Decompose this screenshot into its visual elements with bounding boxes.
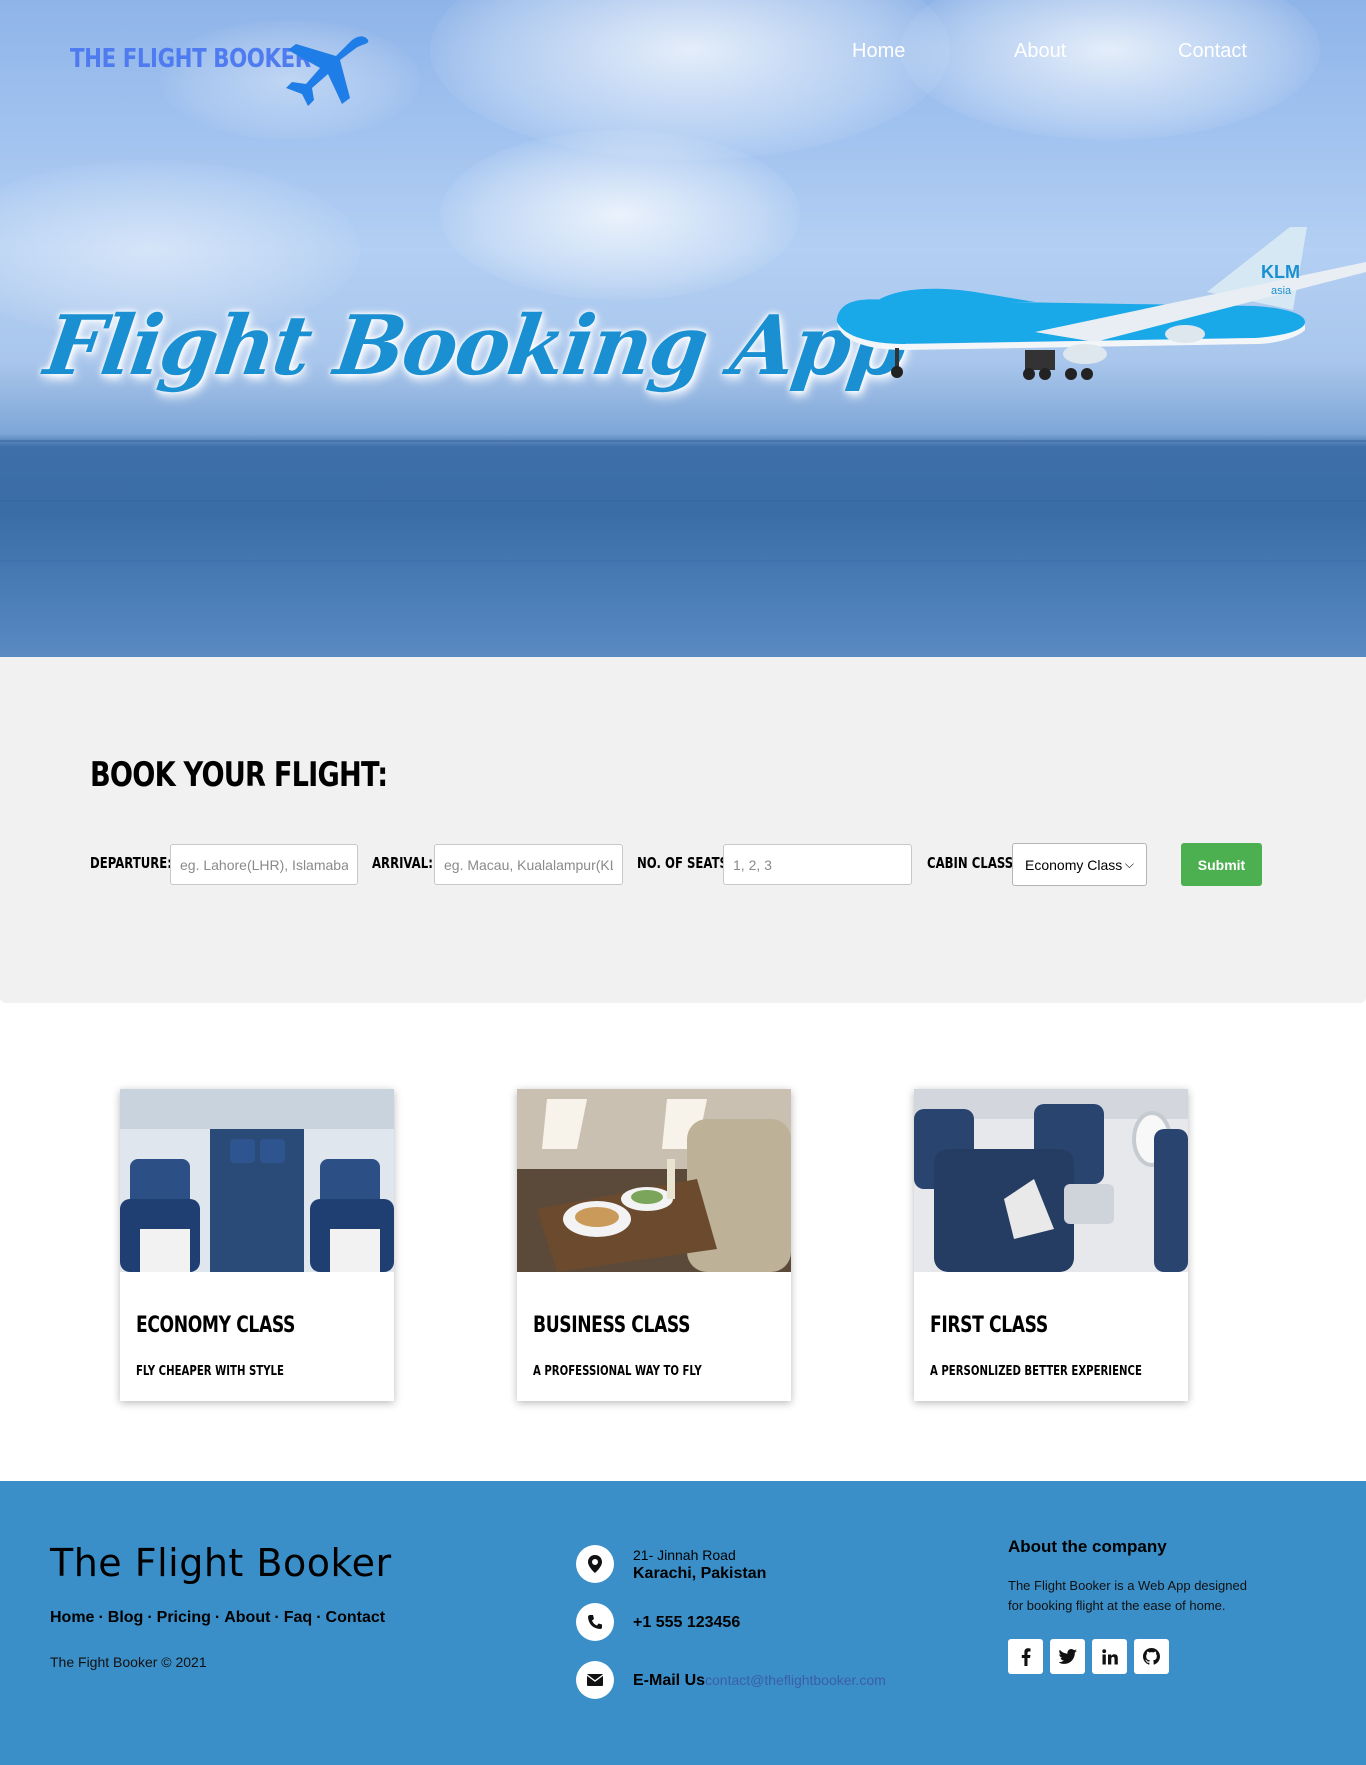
email-label: E-Mail Us (633, 1672, 706, 1689)
address-line-1: 21- Jinnah Road (633, 1547, 736, 1563)
phone-number: +1 555 123456 (633, 1614, 741, 1631)
about-heading: About the company (1008, 1537, 1167, 1556)
economy-cabin-image (120, 1089, 394, 1272)
footer-link-about[interactable]: About (224, 1609, 270, 1626)
wave-line (0, 500, 1366, 502)
map-marker-icon (576, 1545, 614, 1583)
jet-livery-subtext: asia (1271, 285, 1292, 297)
github-icon[interactable] (1134, 1639, 1169, 1674)
card-subtitle: FLY CHEAPER WITH STYLE (136, 1364, 284, 1379)
linkedin-icon[interactable] (1092, 1639, 1127, 1674)
airplane-icon (286, 36, 369, 106)
arrival-label: ARRIVAL: (372, 854, 433, 872)
cabin-class-select[interactable]: Economy Class ⌵ (1012, 843, 1147, 886)
klm-jet-image: KLM asia (836, 227, 1366, 380)
footer-link-pricing[interactable]: Pricing (157, 1609, 211, 1626)
departure-input[interactable] (170, 844, 358, 885)
footer-link-contact[interactable]: Contact (326, 1609, 386, 1626)
hero-title: Flight Booking App (39, 298, 912, 394)
email-row: E-Mail Uscontact@theflightbooker.com (633, 1672, 886, 1690)
chevron-down-icon: ⌵ (1124, 857, 1134, 871)
class-card-economy[interactable]: ECONOMY CLASS FLY CHEAPER WITH STYLE (120, 1089, 394, 1401)
hero-banner: THE FLIGHT BOOKER Home About Contact Fli… (0, 0, 1366, 657)
business-cabin-image (517, 1089, 791, 1272)
footer-link-home[interactable]: Home (50, 1609, 94, 1626)
nav-about[interactable]: About (1014, 40, 1066, 63)
card-title: BUSINESS CLASS (533, 1313, 691, 1338)
address-line-2: Karachi, Pakistan (633, 1565, 767, 1582)
phone-icon (576, 1603, 614, 1641)
seats-input[interactable] (723, 844, 912, 885)
card-title: ECONOMY CLASS (136, 1313, 296, 1338)
cabin-class-selected: Economy Class (1025, 856, 1123, 873)
seats-label: NO. OF SEATS: (637, 854, 733, 872)
cloud (440, 130, 800, 300)
wave-line (0, 560, 1366, 562)
envelope-icon (576, 1661, 614, 1699)
footer-brand: The Flight Booker (50, 1541, 392, 1585)
first-class-cabin-image (914, 1089, 1188, 1272)
nav-contact[interactable]: Contact (1178, 40, 1247, 63)
card-title: FIRST CLASS (930, 1313, 1048, 1338)
booking-heading: BOOK YOUR FLIGHT: (90, 755, 388, 795)
jet-livery-text: KLM (1261, 262, 1300, 282)
booking-section: BOOK YOUR FLIGHT: DEPARTURE: ARRIVAL: NO… (0, 657, 1366, 1003)
card-subtitle: A PROFESSIONAL WAY TO FLY (533, 1364, 702, 1379)
copyright: The Fight Booker © 2021 (50, 1654, 207, 1670)
card-subtitle: A PERSONLIZED BETTER EXPERIENCE (930, 1364, 1142, 1379)
footer: The Flight Booker Home · Blog · Pricing · Abou… (0, 1481, 1366, 1765)
footer-link-blog[interactable]: Blog (108, 1609, 144, 1626)
class-card-first[interactable]: FIRST CLASS A PERSONLIZED BETTER EXPERIE… (914, 1089, 1188, 1401)
arrival-input[interactable] (434, 844, 623, 885)
footer-link-faq[interactable]: Faq (284, 1609, 312, 1626)
cabin-class-label: CABIN CLASS: (927, 854, 1018, 872)
submit-button[interactable]: Submit (1181, 843, 1262, 886)
class-card-business[interactable]: BUSINESS CLASS A PROFESSIONAL WAY TO FLY (517, 1089, 791, 1401)
email-link[interactable]: contact@theflightbooker.com (705, 1672, 886, 1688)
nav-home[interactable]: Home (852, 40, 905, 63)
twitter-icon[interactable] (1050, 1639, 1085, 1674)
footer-links: Home · Blog · Pricing · About · Faq · Contact (50, 1609, 386, 1626)
horizon-line (0, 440, 1366, 442)
about-text: The Flight Booker is a Web App designed … (1008, 1578, 1247, 1613)
cloud (900, 0, 1320, 140)
brand-logo-text[interactable]: THE FLIGHT BOOKER (70, 44, 311, 74)
facebook-icon[interactable] (1008, 1639, 1043, 1674)
departure-label: DEPARTURE: (90, 854, 172, 872)
